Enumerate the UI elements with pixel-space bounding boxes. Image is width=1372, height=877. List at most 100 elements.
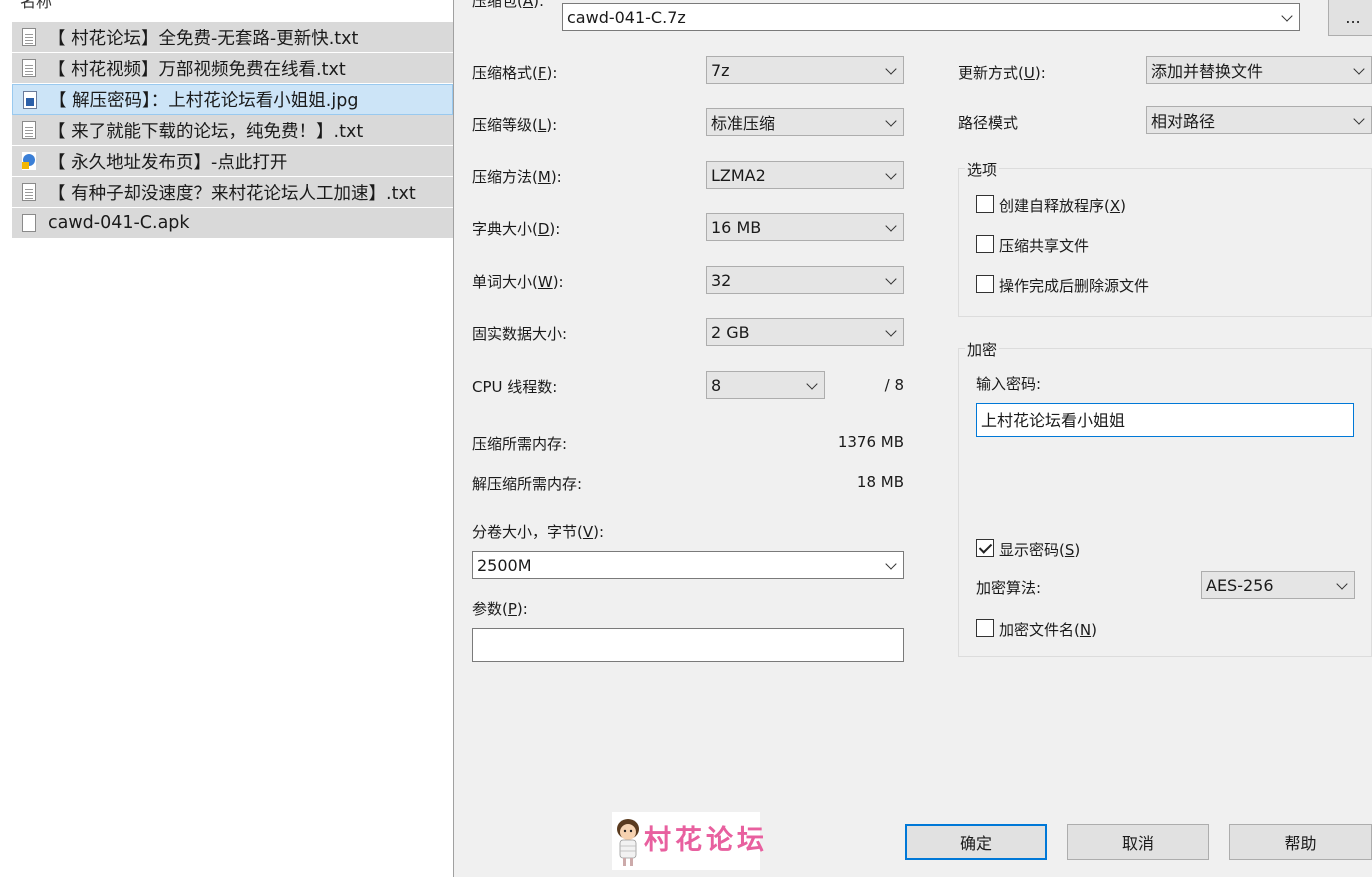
path-mode-label: 路径模式 bbox=[958, 114, 1019, 132]
encryption-method-select[interactable]: AES-256 bbox=[1201, 571, 1355, 599]
chevron-down-icon bbox=[885, 558, 897, 570]
sfx-checkbox[interactable] bbox=[976, 195, 994, 213]
file-row[interactable]: 【 解压密码】：上村花论坛看小姐姐.jpg bbox=[12, 84, 453, 115]
browse-button[interactable]: ... bbox=[1328, 0, 1372, 36]
file-name: 【 有种子却没速度？来村花论坛人工加速】.txt bbox=[48, 183, 416, 204]
url-shortcut-icon bbox=[22, 152, 36, 170]
chevron-down-icon bbox=[1281, 10, 1293, 22]
file-name: 【 永久地址发布页】-点此打开 bbox=[48, 152, 288, 173]
file-row[interactable]: 【 有种子却没速度？来村花论坛人工加速】.txt bbox=[12, 177, 453, 208]
ok-button[interactable]: 确定 bbox=[905, 824, 1047, 860]
volume-value: 2500M bbox=[477, 555, 532, 575]
file-name: 【 解压密码】：上村花论坛看小姐姐.jpg bbox=[49, 91, 359, 111]
sfx-label: 创建自释放程序(X) bbox=[999, 197, 1126, 215]
image-file-icon bbox=[23, 90, 37, 109]
path-mode-value: 相对路径 bbox=[1151, 112, 1216, 131]
update-select[interactable]: 添加并替换文件 bbox=[1146, 56, 1372, 84]
encryption-group: 加密 bbox=[958, 339, 1372, 657]
encrypt-names-checkbox[interactable] bbox=[976, 619, 994, 637]
method-label: 压缩方法(M): bbox=[472, 168, 562, 186]
chevron-down-icon bbox=[1336, 578, 1348, 590]
method-value: LZMA2 bbox=[711, 165, 766, 185]
compress-memory-value: 1376 MB bbox=[837, 433, 904, 451]
chevron-down-icon bbox=[885, 168, 897, 180]
file-row[interactable]: 【 永久地址发布页】-点此打开 bbox=[12, 146, 453, 177]
file-row[interactable]: 【 村花视频】万部视频免费在线看.txt bbox=[12, 53, 453, 84]
help-button[interactable]: 帮助 bbox=[1229, 824, 1372, 860]
encrypt-names-label: 加密文件名(N) bbox=[999, 621, 1097, 639]
dict-value: 16 MB bbox=[711, 217, 762, 237]
girl-mascot-icon bbox=[617, 819, 639, 866]
file-name: 【 来了就能下载的论坛，纯免费！】.txt bbox=[48, 121, 364, 142]
path-mode-select[interactable]: 相对路径 bbox=[1146, 106, 1372, 134]
password-label: 输入密码: bbox=[976, 375, 1042, 393]
watermark-logo: 村花论坛 bbox=[612, 812, 764, 870]
chevron-down-icon bbox=[885, 220, 897, 232]
word-value: 32 bbox=[711, 270, 732, 290]
file-name: 【 村花视频】万部视频免费在线看.txt bbox=[48, 59, 346, 80]
file-list: 【 村花论坛】全免费-无套路-更新快.txt 【 村花视频】万部视频免费在线看.t… bbox=[12, 22, 453, 239]
file-row[interactable]: 【 村花论坛】全免费-无套路-更新快.txt bbox=[12, 22, 453, 53]
encryption-title: 加密 bbox=[965, 339, 1000, 360]
add-to-archive-dialog: 压缩包(A): cawd-041-C.7z ... 压缩格式(F): 7z 压缩… bbox=[454, 0, 1372, 877]
watermark-text: 村花论坛 bbox=[644, 825, 768, 856]
show-password-label: 显示密码(S) bbox=[999, 541, 1081, 559]
text-file-icon bbox=[22, 28, 36, 46]
text-file-icon bbox=[22, 121, 36, 139]
volume-label: 分卷大小，字节(V): bbox=[472, 523, 605, 541]
delete-after-label: 操作完成后删除源文件 bbox=[999, 277, 1150, 295]
dict-label: 字典大小(D): bbox=[472, 220, 561, 238]
solid-value: 2 GB bbox=[711, 322, 750, 342]
delete-after-checkbox[interactable] bbox=[976, 275, 994, 293]
shared-files-checkbox[interactable] bbox=[976, 235, 994, 253]
level-value: 标准压缩 bbox=[711, 114, 776, 133]
encryption-method-value: AES-256 bbox=[1206, 575, 1274, 595]
format-label: 压缩格式(F): bbox=[472, 64, 558, 82]
volume-combobox[interactable]: 2500M bbox=[472, 551, 904, 579]
file-name: 【 村花论坛】全免费-无套路-更新快.txt bbox=[48, 28, 359, 49]
archive-name-value: cawd-041-C.7z bbox=[567, 7, 686, 27]
shared-files-label: 压缩共享文件 bbox=[999, 237, 1090, 255]
options-title: 选项 bbox=[965, 159, 1000, 180]
chevron-down-icon bbox=[1353, 113, 1365, 125]
solid-label: 固实数据大小: bbox=[472, 325, 568, 343]
format-select[interactable]: 7z bbox=[706, 56, 904, 84]
cancel-button[interactable]: 取消 bbox=[1067, 824, 1209, 860]
chevron-down-icon bbox=[885, 325, 897, 337]
cpu-value: 8 bbox=[711, 375, 722, 395]
word-select[interactable]: 32 bbox=[706, 266, 904, 294]
text-file-icon bbox=[22, 183, 36, 201]
update-label: 更新方式(U): bbox=[958, 64, 1046, 82]
file-name: cawd-041-C.apk bbox=[48, 213, 190, 233]
cpu-select[interactable]: 8 bbox=[706, 371, 825, 399]
solid-select[interactable]: 2 GB bbox=[706, 318, 904, 346]
format-value: 7z bbox=[711, 60, 730, 80]
file-list-pane: 名称 【 村花论坛】全免费-无套路-更新快.txt 【 村花视频】万部视频免费在线… bbox=[0, 0, 453, 877]
chevron-down-icon bbox=[1353, 63, 1365, 75]
params-input[interactable] bbox=[472, 628, 904, 662]
level-label: 压缩等级(L): bbox=[472, 116, 558, 134]
archive-name-combobox[interactable]: cawd-041-C.7z bbox=[562, 3, 1300, 31]
chevron-down-icon bbox=[885, 273, 897, 285]
file-row[interactable]: cawd-041-C.apk bbox=[12, 208, 453, 239]
blank-file-icon bbox=[22, 214, 36, 232]
level-select[interactable]: 标准压缩 bbox=[706, 108, 904, 136]
update-value: 添加并替换文件 bbox=[1151, 62, 1264, 81]
archive-label: 压缩包(A): bbox=[472, 0, 545, 10]
encryption-method-label: 加密算法: bbox=[976, 579, 1042, 597]
compress-memory-label: 压缩所需内存: bbox=[472, 435, 568, 453]
chevron-down-icon bbox=[885, 63, 897, 75]
word-label: 单词大小(W): bbox=[472, 273, 564, 291]
show-password-checkbox[interactable] bbox=[976, 539, 994, 557]
chevron-down-icon bbox=[885, 115, 897, 127]
password-input[interactable]: 上村花论坛看小姐姐 bbox=[976, 403, 1354, 437]
params-label: 参数(P): bbox=[472, 600, 528, 618]
cpu-label: CPU 线程数: bbox=[472, 378, 558, 396]
chevron-down-icon bbox=[806, 378, 818, 390]
list-header-name[interactable]: 名称 bbox=[20, 0, 52, 12]
dict-select[interactable]: 16 MB bbox=[706, 213, 904, 241]
decompress-memory-label: 解压缩所需内存: bbox=[472, 475, 583, 493]
decompress-memory-value: 18 MB bbox=[856, 473, 904, 491]
method-select[interactable]: LZMA2 bbox=[706, 161, 904, 189]
file-row[interactable]: 【 来了就能下载的论坛，纯免费！】.txt bbox=[12, 115, 453, 146]
